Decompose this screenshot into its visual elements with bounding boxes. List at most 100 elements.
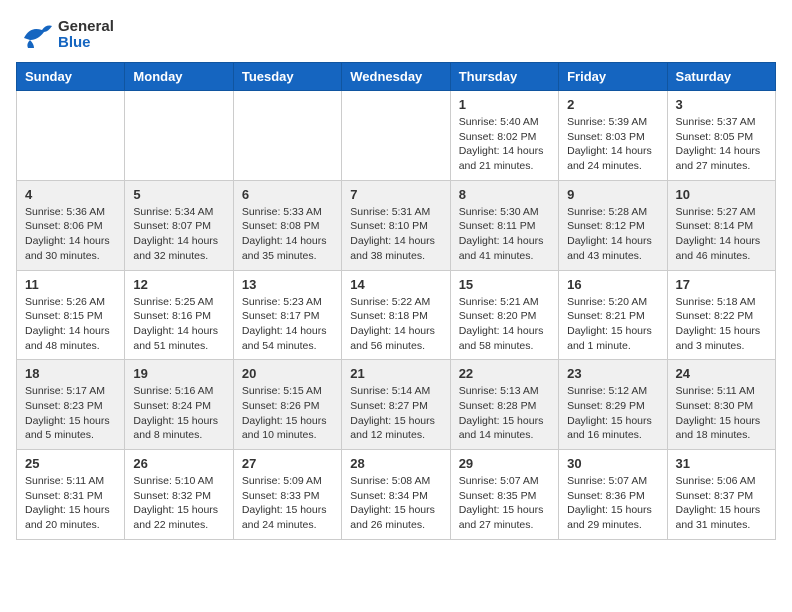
weekday-header-saturday: Saturday	[667, 63, 775, 91]
day-info: Sunrise: 5:10 AM Sunset: 8:32 PM Dayligh…	[133, 474, 224, 533]
day-info: Sunrise: 5:08 AM Sunset: 8:34 PM Dayligh…	[350, 474, 441, 533]
day-number: 16	[567, 277, 658, 292]
day-number: 7	[350, 187, 441, 202]
calendar-cell: 25 Sunrise: 5:11 AM Sunset: 8:31 PM Dayli…	[17, 450, 125, 540]
calendar-cell: 23 Sunrise: 5:12 AM Sunset: 8:29 PM Dayli…	[559, 360, 667, 450]
calendar-cell: 20 Sunrise: 5:15 AM Sunset: 8:26 PM Dayli…	[233, 360, 341, 450]
calendar-cell: 6Sunrise: 5:33 AM Sunset: 8:08 PM Daylig…	[233, 180, 341, 270]
day-number: 28	[350, 456, 441, 471]
day-number: 27	[242, 456, 333, 471]
day-number: 12	[133, 277, 224, 292]
logo-bird-icon	[16, 16, 54, 54]
calendar-cell: 18 Sunrise: 5:17 AM Sunset: 8:23 PM Dayli…	[17, 360, 125, 450]
weekday-header-friday: Friday	[559, 63, 667, 91]
calendar-cell: 19 Sunrise: 5:16 AM Sunset: 8:24 PM Dayli…	[125, 360, 233, 450]
calendar-cell	[342, 91, 450, 181]
day-info: Sunrise: 5:30 AM Sunset: 8:11 PM Dayligh…	[459, 205, 550, 264]
calendar-cell: 17Sunrise: 5:18 AM Sunset: 8:22 PM Dayli…	[667, 270, 775, 360]
calendar-cell: 21 Sunrise: 5:14 AM Sunset: 8:27 PM Dayli…	[342, 360, 450, 450]
day-info: Sunrise: 5:17 AM Sunset: 8:23 PM Dayligh…	[25, 384, 116, 443]
calendar-cell: 29 Sunrise: 5:07 AM Sunset: 8:35 PM Dayli…	[450, 450, 558, 540]
calendar-week-1: 1 Sunrise: 5:40 AM Sunset: 8:02 PM Daylig…	[17, 91, 776, 181]
day-number: 14	[350, 277, 441, 292]
day-number: 17	[676, 277, 767, 292]
calendar-cell: 24 Sunrise: 5:11 AM Sunset: 8:30 PM Dayli…	[667, 360, 775, 450]
day-info: Sunrise: 5:22 AM Sunset: 8:18 PM Dayligh…	[350, 295, 441, 354]
day-info: Sunrise: 5:12 AM Sunset: 8:29 PM Dayligh…	[567, 384, 658, 443]
day-number: 15	[459, 277, 550, 292]
weekday-header-thursday: Thursday	[450, 63, 558, 91]
day-number: 25	[25, 456, 116, 471]
day-info: Sunrise: 5:07 AM Sunset: 8:36 PM Dayligh…	[567, 474, 658, 533]
day-info: Sunrise: 5:34 AM Sunset: 8:07 PM Dayligh…	[133, 205, 224, 264]
day-info: Sunrise: 5:16 AM Sunset: 8:24 PM Dayligh…	[133, 384, 224, 443]
day-number: 26	[133, 456, 224, 471]
day-info: Sunrise: 5:33 AM Sunset: 8:08 PM Dayligh…	[242, 205, 333, 264]
calendar-cell: 9 Sunrise: 5:28 AM Sunset: 8:12 PM Daylig…	[559, 180, 667, 270]
calendar-cell: 4Sunrise: 5:36 AM Sunset: 8:06 PM Daylig…	[17, 180, 125, 270]
day-info: Sunrise: 5:40 AM Sunset: 8:02 PM Dayligh…	[459, 115, 550, 174]
day-info: Sunrise: 5:15 AM Sunset: 8:26 PM Dayligh…	[242, 384, 333, 443]
day-info: Sunrise: 5:21 AM Sunset: 8:20 PM Dayligh…	[459, 295, 550, 354]
day-info: Sunrise: 5:06 AM Sunset: 8:37 PM Dayligh…	[676, 474, 767, 533]
weekday-header-row: SundayMondayTuesdayWednesdayThursdayFrid…	[17, 63, 776, 91]
day-number: 29	[459, 456, 550, 471]
day-info: Sunrise: 5:11 AM Sunset: 8:31 PM Dayligh…	[25, 474, 116, 533]
calendar-table: SundayMondayTuesdayWednesdayThursdayFrid…	[16, 62, 776, 540]
day-number: 22	[459, 366, 550, 381]
day-number: 23	[567, 366, 658, 381]
day-number: 8	[459, 187, 550, 202]
page-header: General Blue	[16, 16, 776, 54]
day-number: 20	[242, 366, 333, 381]
day-number: 11	[25, 277, 116, 292]
day-info: Sunrise: 5:26 AM Sunset: 8:15 PM Dayligh…	[25, 295, 116, 354]
logo-general-text: General	[58, 19, 114, 36]
weekday-header-monday: Monday	[125, 63, 233, 91]
day-info: Sunrise: 5:27 AM Sunset: 8:14 PM Dayligh…	[676, 205, 767, 264]
day-number: 21	[350, 366, 441, 381]
day-number: 3	[676, 97, 767, 112]
calendar-cell: 8 Sunrise: 5:30 AM Sunset: 8:11 PM Daylig…	[450, 180, 558, 270]
day-number: 9	[567, 187, 658, 202]
day-info: Sunrise: 5:07 AM Sunset: 8:35 PM Dayligh…	[459, 474, 550, 533]
day-number: 5	[133, 187, 224, 202]
calendar-cell: 22 Sunrise: 5:13 AM Sunset: 8:28 PM Dayli…	[450, 360, 558, 450]
day-number: 19	[133, 366, 224, 381]
day-number: 1	[459, 97, 550, 112]
calendar-cell: 15 Sunrise: 5:21 AM Sunset: 8:20 PM Dayli…	[450, 270, 558, 360]
day-number: 31	[676, 456, 767, 471]
calendar-cell: 31 Sunrise: 5:06 AM Sunset: 8:37 PM Dayli…	[667, 450, 775, 540]
day-info: Sunrise: 5:39 AM Sunset: 8:03 PM Dayligh…	[567, 115, 658, 174]
day-info: Sunrise: 5:20 AM Sunset: 8:21 PM Dayligh…	[567, 295, 658, 354]
calendar-cell: 28 Sunrise: 5:08 AM Sunset: 8:34 PM Dayli…	[342, 450, 450, 540]
day-number: 18	[25, 366, 116, 381]
day-info: Sunrise: 5:25 AM Sunset: 8:16 PM Dayligh…	[133, 295, 224, 354]
day-number: 24	[676, 366, 767, 381]
calendar-cell: 30Sunrise: 5:07 AM Sunset: 8:36 PM Dayli…	[559, 450, 667, 540]
calendar-cell: 3Sunrise: 5:37 AM Sunset: 8:05 PM Daylig…	[667, 91, 775, 181]
weekday-header-wednesday: Wednesday	[342, 63, 450, 91]
day-info: Sunrise: 5:11 AM Sunset: 8:30 PM Dayligh…	[676, 384, 767, 443]
day-info: Sunrise: 5:13 AM Sunset: 8:28 PM Dayligh…	[459, 384, 550, 443]
calendar-cell: 2 Sunrise: 5:39 AM Sunset: 8:03 PM Daylig…	[559, 91, 667, 181]
day-info: Sunrise: 5:28 AM Sunset: 8:12 PM Dayligh…	[567, 205, 658, 264]
calendar-cell: 11 Sunrise: 5:26 AM Sunset: 8:15 PM Dayli…	[17, 270, 125, 360]
calendar-cell: 1 Sunrise: 5:40 AM Sunset: 8:02 PM Daylig…	[450, 91, 558, 181]
day-info: Sunrise: 5:31 AM Sunset: 8:10 PM Dayligh…	[350, 205, 441, 264]
calendar-week-5: 25 Sunrise: 5:11 AM Sunset: 8:31 PM Dayli…	[17, 450, 776, 540]
weekday-header-sunday: Sunday	[17, 63, 125, 91]
day-number: 2	[567, 97, 658, 112]
calendar-cell: 26 Sunrise: 5:10 AM Sunset: 8:32 PM Dayli…	[125, 450, 233, 540]
calendar-week-4: 18 Sunrise: 5:17 AM Sunset: 8:23 PM Dayli…	[17, 360, 776, 450]
calendar-cell: 14 Sunrise: 5:22 AM Sunset: 8:18 PM Dayli…	[342, 270, 450, 360]
calendar-cell: 16 Sunrise: 5:20 AM Sunset: 8:21 PM Dayli…	[559, 270, 667, 360]
day-info: Sunrise: 5:09 AM Sunset: 8:33 PM Dayligh…	[242, 474, 333, 533]
logo: General Blue	[16, 16, 114, 54]
calendar-cell	[125, 91, 233, 181]
day-number: 4	[25, 187, 116, 202]
day-info: Sunrise: 5:14 AM Sunset: 8:27 PM Dayligh…	[350, 384, 441, 443]
day-number: 13	[242, 277, 333, 292]
calendar-cell: 13 Sunrise: 5:23 AM Sunset: 8:17 PM Dayli…	[233, 270, 341, 360]
weekday-header-tuesday: Tuesday	[233, 63, 341, 91]
day-info: Sunrise: 5:23 AM Sunset: 8:17 PM Dayligh…	[242, 295, 333, 354]
